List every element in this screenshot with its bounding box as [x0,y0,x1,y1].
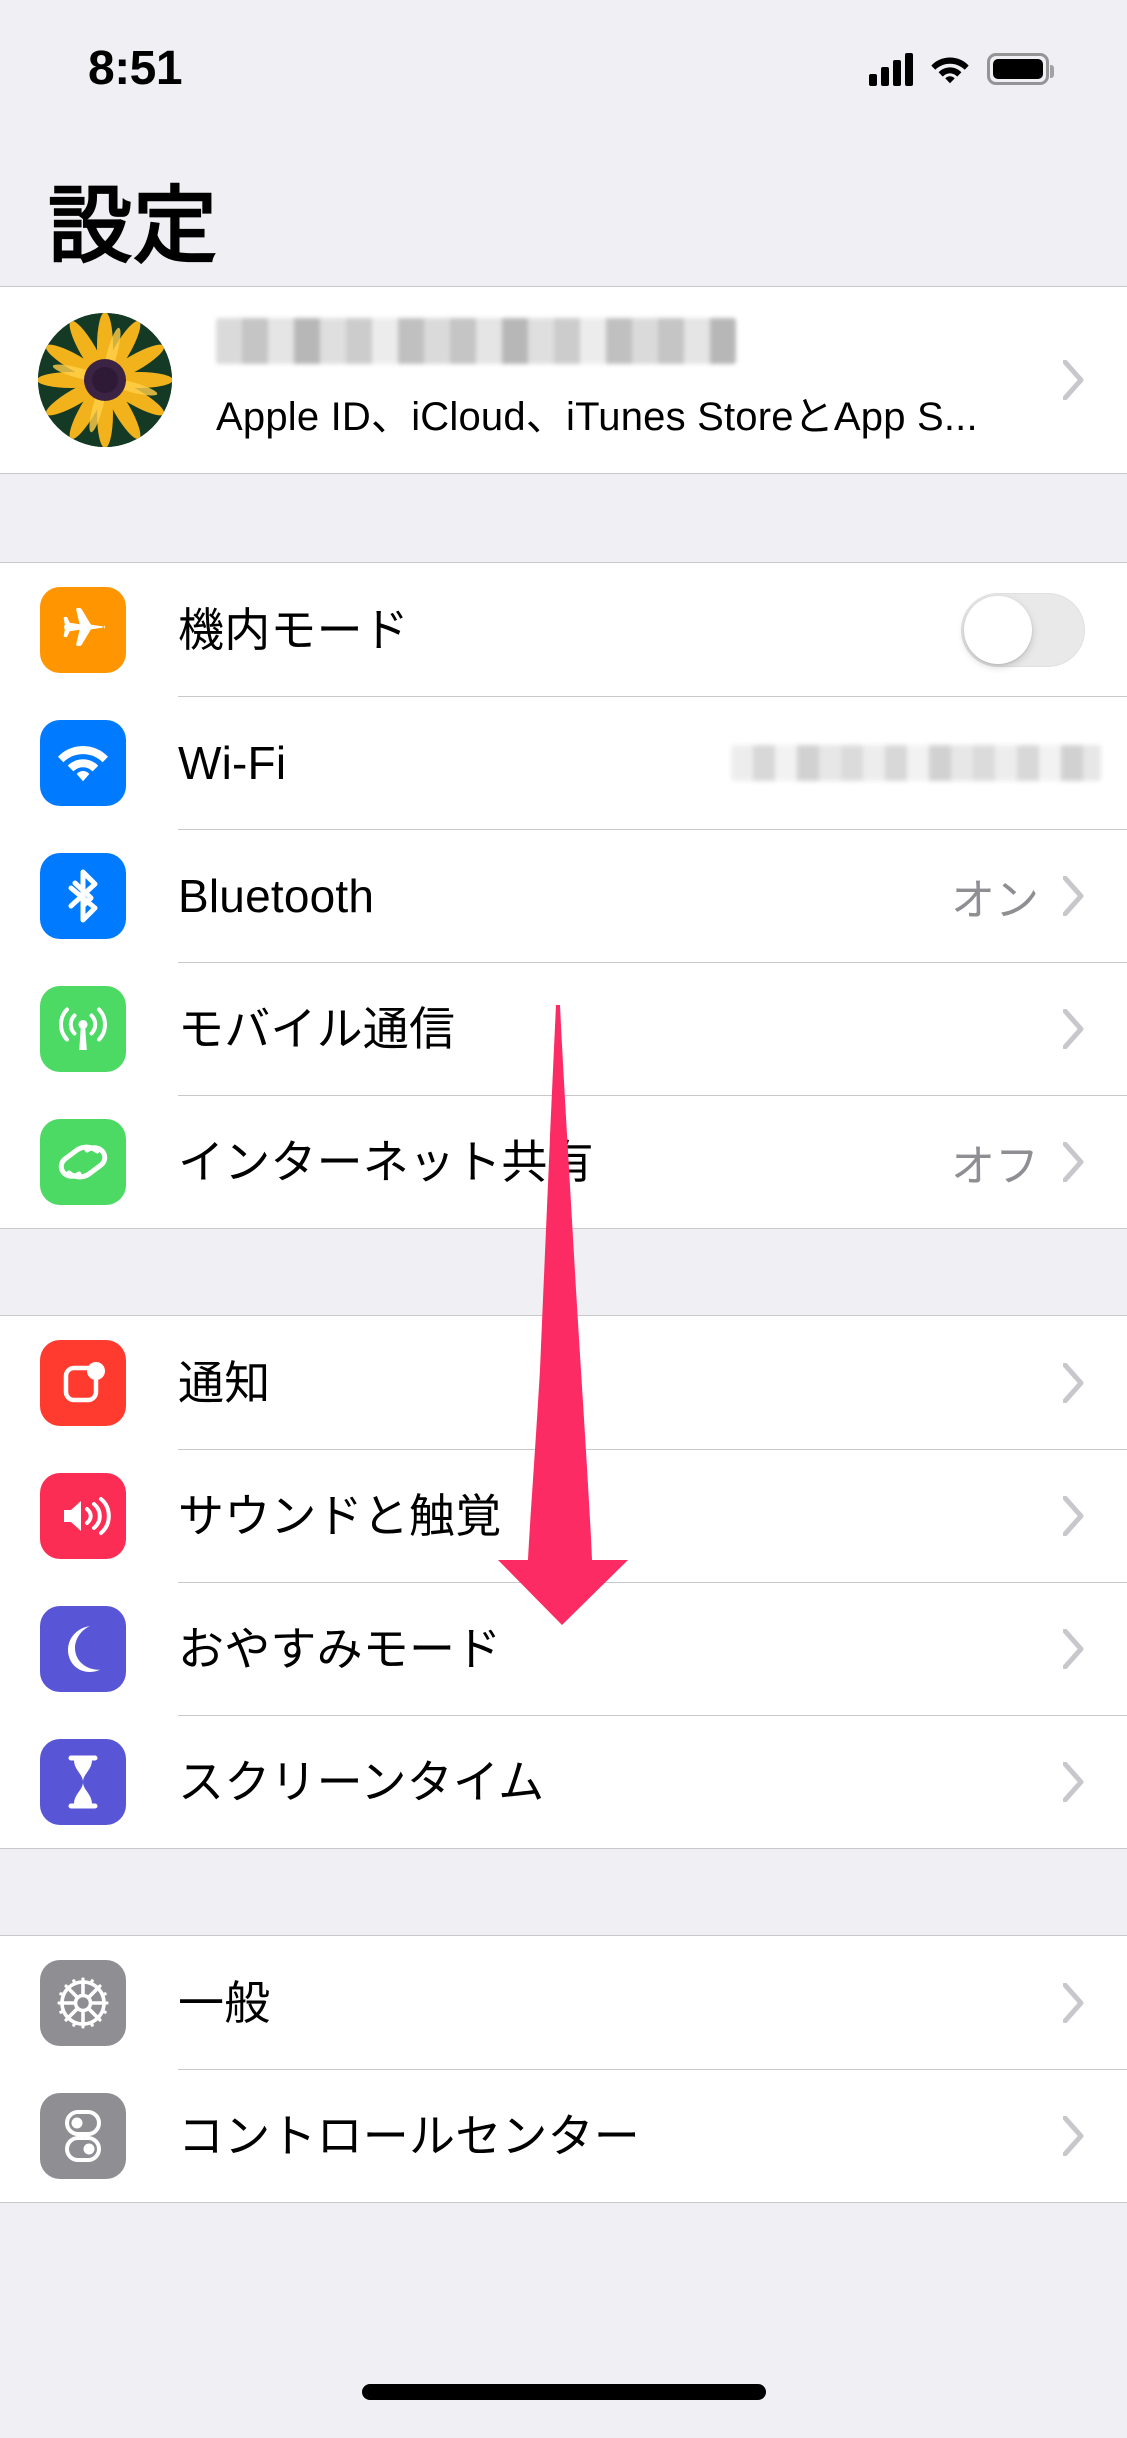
sidebar-item-cellular[interactable]: モバイル通信 [0,962,1127,1095]
account-group: Apple ID、iCloud、iTunes StoreとApp S... [0,286,1127,474]
chevron-right-icon [1063,1761,1085,1802]
airplane-icon [40,586,126,673]
bluetooth-icon [40,852,126,939]
group-spacer [0,1849,1127,1935]
row-label: 通知 [178,1356,271,1409]
chevron-right-icon [1063,875,1085,916]
wifi-icon [929,52,971,86]
row-label: サウンドと触覚 [178,1489,502,1542]
notifications-group: 通知 サウンドと触覚 おやすみモード スクリーンタイム [0,1315,1127,1849]
avatar [38,313,172,447]
row-label: モバイル通信 [178,1002,456,1055]
bluetooth-status-value: オン [951,875,1039,925]
sidebar-item-airplane-mode[interactable]: 機内モード [0,563,1127,696]
settings-list[interactable]: Apple ID、iCloud、iTunes StoreとApp S... 機内… [0,286,1127,2203]
group-spacer [0,474,1127,562]
speaker-waves-icon [40,1472,126,1559]
battery-full-icon [987,53,1054,85]
status-bar-clock: 8:51 [88,42,183,95]
sidebar-item-notifications[interactable]: 通知 [0,1316,1127,1449]
sidebar-item-screen-time[interactable]: スクリーンタイム [0,1715,1127,1848]
apple-id-subtitle: Apple ID、iCloud、iTunes StoreとApp S... [216,395,978,439]
cellular-bars-icon [869,52,913,86]
row-label: スクリーンタイム [178,1755,545,1808]
row-label: コントロールセンター [178,2109,640,2162]
gear-icon [40,1959,126,2046]
chevron-right-icon [1063,1982,1085,2023]
chevron-right-icon [1063,360,1085,400]
account-name-redacted [216,318,736,364]
group-spacer [0,1229,1127,1315]
apple-id-row[interactable]: Apple ID、iCloud、iTunes StoreとApp S... [0,287,1127,473]
sidebar-item-general[interactable]: 一般 [0,1936,1127,2069]
toggle-knob [964,595,1032,664]
chevron-right-icon [1063,1495,1085,1536]
chevron-right-icon [1063,2115,1085,2156]
chevron-right-icon [1063,1362,1085,1403]
control-center-icon [40,2092,126,2179]
row-label: 一般 [178,1976,271,2029]
home-indicator [361,2384,766,2400]
airplane-mode-toggle[interactable] [961,592,1085,667]
status-bar-indicators [869,52,1054,86]
hotspot-status-value: オフ [951,1141,1039,1191]
hourglass-icon [40,1738,126,1825]
connectivity-group: 機内モード Wi-Fi Bluetooth オン モバイル通信 インターネット共… [0,562,1127,1229]
status-bar: 8:51 [0,0,1127,138]
chevron-right-icon [1063,1008,1085,1049]
sidebar-item-control-center[interactable]: コントロールセンター [0,2069,1127,2202]
page-title: 設定 [48,179,219,273]
sidebar-item-do-not-disturb[interactable]: おやすみモード [0,1582,1127,1715]
row-label: インターネット共有 [178,1135,594,1188]
row-label: おやすみモード [178,1622,502,1675]
row-label: 機内モード [178,603,409,656]
row-label: Bluetooth [178,869,375,922]
row-label: Wi-Fi [178,736,287,789]
chevron-right-icon [1063,1628,1085,1669]
system-group: 一般 コントロールセンター [0,1935,1127,2203]
sidebar-item-wifi[interactable]: Wi-Fi [0,696,1127,829]
settings-screen: 8:51 設定 Apple ID、iCloud、iTunes StoreとApp… [0,0,1127,2438]
chevron-right-icon [1063,1141,1085,1182]
sidebar-item-sounds-haptics[interactable]: サウンドと触覚 [0,1449,1127,1582]
notification-badge-icon [40,1339,126,1426]
crescent-moon-icon [40,1605,126,1692]
cellular-antenna-icon [40,985,126,1072]
apple-id-text: Apple ID、iCloud、iTunes StoreとApp S... [216,318,1063,442]
hotspot-link-icon [40,1118,126,1205]
sidebar-item-bluetooth[interactable]: Bluetooth オン [0,829,1127,962]
sidebar-item-personal-hotspot[interactable]: インターネット共有 オフ [0,1095,1127,1228]
wifi-network-name-redacted [731,744,1101,781]
wifi-icon [40,719,126,806]
